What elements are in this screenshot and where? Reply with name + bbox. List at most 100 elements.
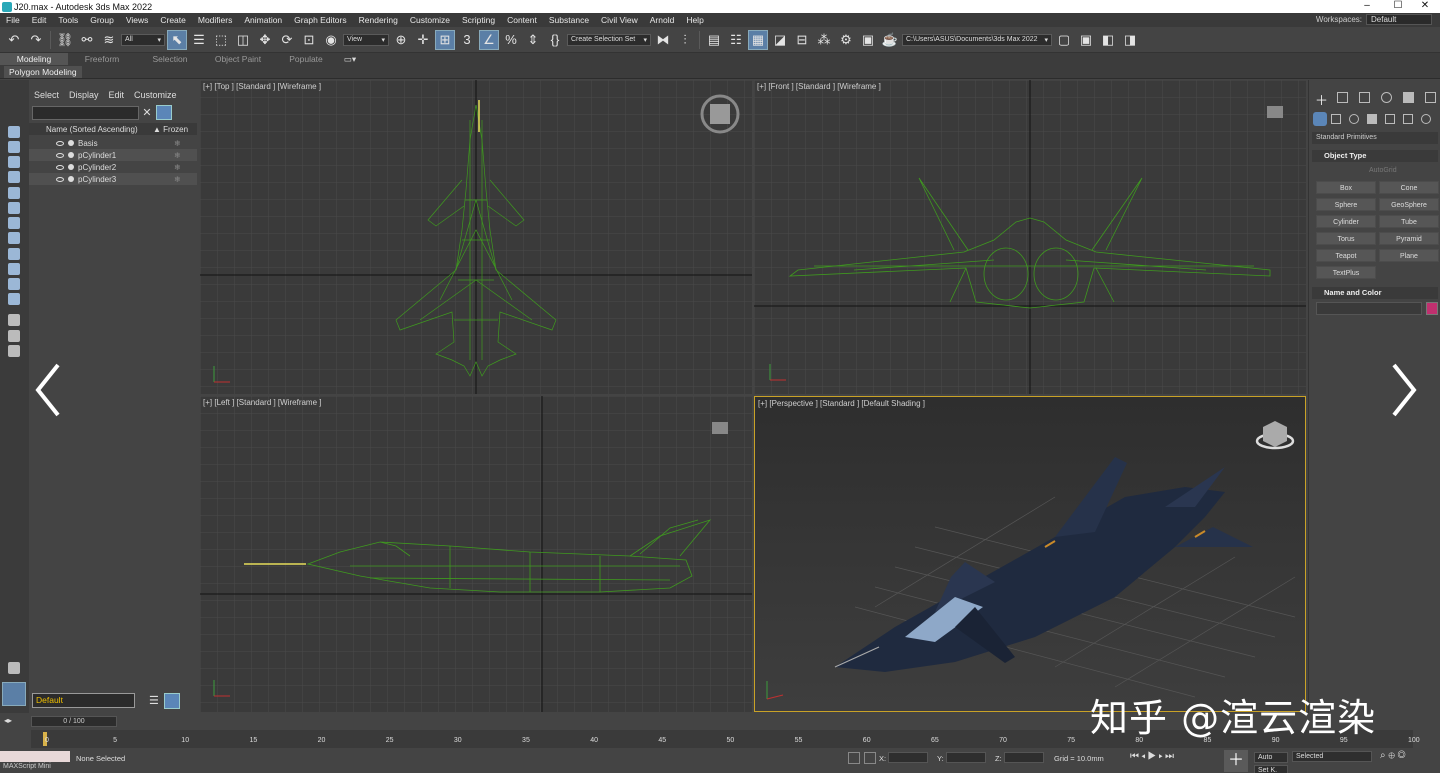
menu-modifiers[interactable]: Modifiers — [192, 15, 238, 25]
sync-selection-icon[interactable] — [8, 345, 20, 357]
layer-manager-icon[interactable] — [164, 693, 180, 709]
explorer-menu-display[interactable]: Display — [64, 90, 104, 100]
shapes-category-icon[interactable] — [1331, 114, 1341, 124]
y-coordinate-input[interactable] — [946, 752, 986, 763]
list-item[interactable]: pCylinder1 ❄ — [29, 149, 197, 161]
z-coordinate-input[interactable] — [1004, 752, 1044, 763]
viewcube-icon[interactable] — [1255, 421, 1295, 450]
list-item[interactable]: pCylinder3 ❄ — [29, 173, 197, 185]
rendered-frame-window-icon[interactable]: ▣ — [858, 30, 878, 50]
utilities-tab-icon[interactable] — [1425, 92, 1436, 103]
geometry-filter-icon[interactable] — [8, 141, 20, 153]
name-and-color-rollout[interactable]: Name and Color — [1312, 287, 1438, 299]
render-setup-icon[interactable]: ⚙ — [836, 30, 856, 50]
object-name-input[interactable] — [1316, 302, 1422, 315]
motion-tab-icon[interactable] — [1381, 92, 1392, 103]
tab-freeform[interactable]: Freeform — [68, 53, 136, 65]
maximize-button[interactable]: ☐ — [1383, 0, 1413, 13]
rectangular-selection-icon[interactable]: ⬚ — [211, 30, 231, 50]
viewport-label-top[interactable]: [+] [Top ] [Standard ] [Wireframe ] — [203, 82, 321, 91]
cameras-filter-icon[interactable] — [8, 187, 20, 199]
space-warps-category-icon[interactable] — [1403, 114, 1413, 124]
teapot-button[interactable]: Teapot — [1316, 249, 1376, 262]
next-arrow-icon[interactable] — [1384, 360, 1424, 420]
viewport-label-perspective[interactable]: [+] [Perspective ] [Standard ] [Default … — [758, 399, 925, 408]
menu-rendering[interactable]: Rendering — [353, 15, 404, 25]
cone-button[interactable]: Cone — [1379, 181, 1439, 194]
menu-tools[interactable]: Tools — [52, 15, 84, 25]
select-object-icon[interactable]: ⬉ — [167, 29, 187, 50]
close-button[interactable]: ✕ — [1410, 0, 1440, 13]
mirror-icon[interactable]: ⧓ — [653, 30, 673, 50]
scene-explorer-icon[interactable]: ▤ — [704, 30, 724, 50]
clear-search-icon[interactable]: ✕ — [141, 106, 153, 120]
named-selection-set-dropdown[interactable]: Create Selection Set ▾ — [567, 33, 651, 46]
tab-modeling[interactable]: Modeling — [0, 53, 68, 65]
keyboard-shortcut-override-icon[interactable]: ⊞ — [435, 29, 455, 50]
link-icon[interactable]: ⛓ — [55, 30, 75, 50]
project-save-icon[interactable]: ◧ — [1098, 30, 1118, 50]
unlink-icon[interactable]: ⚯ — [77, 30, 97, 50]
project-open-icon[interactable]: ▣ — [1076, 30, 1096, 50]
eye-icon[interactable] — [56, 176, 64, 182]
render-production-icon[interactable]: ☕ — [880, 30, 900, 50]
freeze-icon[interactable]: ❄ — [174, 175, 181, 184]
freeze-icon[interactable]: ❄ — [174, 151, 181, 160]
key-filter-dropdown[interactable]: Selected — [1292, 751, 1372, 762]
viewport-label-front[interactable]: [+] [Front ] [Standard ] [Wireframe ] — [757, 82, 881, 91]
tab-object-paint[interactable]: Object Paint — [204, 53, 272, 65]
hierarchy-tab-icon[interactable] — [1359, 92, 1370, 103]
geometry-category-icon[interactable] — [1313, 112, 1327, 126]
layers-icon[interactable]: ☰ — [149, 694, 161, 708]
frozen-filter-icon[interactable] — [8, 293, 20, 305]
ribbon-options-icon[interactable]: ▭▾ — [340, 53, 360, 65]
material-editor-icon[interactable]: ⁂ — [814, 30, 834, 50]
shapes-filter-icon[interactable] — [8, 156, 20, 168]
selection-filter-dropdown[interactable]: All ▾ — [121, 33, 165, 46]
cylinder-button[interactable]: Cylinder — [1316, 215, 1376, 228]
name-column-header[interactable]: Name (Sorted Ascending) — [46, 125, 138, 134]
menu-content[interactable]: Content — [501, 15, 543, 25]
maxscript-label[interactable]: MAXScript Mini — [3, 763, 51, 770]
project-path-dropdown[interactable]: C:\Users\ASUS\Documents\3ds Max 2022 ▾ — [902, 33, 1052, 46]
textplus-button[interactable]: TextPlus — [1316, 266, 1376, 279]
box-button[interactable]: Box — [1316, 181, 1376, 194]
viewport-label-left[interactable]: [+] [Left ] [Standard ] [Wireframe ] — [203, 398, 322, 407]
isolate-selection-icon[interactable] — [848, 752, 860, 764]
menu-help[interactable]: Help — [680, 15, 709, 25]
lights-category-icon[interactable] — [1349, 114, 1359, 124]
display-children-icon[interactable] — [8, 314, 20, 326]
plane-button[interactable]: Plane — [1379, 249, 1439, 262]
modify-tab-icon[interactable] — [1337, 92, 1348, 103]
viewport-front[interactable]: [+] [Front ] [Standard ] [Wireframe ] — [754, 80, 1306, 394]
explorer-search-input[interactable] — [32, 106, 139, 120]
menu-animation[interactable]: Animation — [238, 15, 288, 25]
primitive-category-dropdown[interactable]: Standard Primitives — [1312, 132, 1438, 144]
geosphere-button[interactable]: GeoSphere — [1379, 198, 1439, 211]
bind-space-warp-icon[interactable]: ≋ — [99, 30, 119, 50]
object-color-swatch[interactable] — [1426, 302, 1438, 315]
project-folder-icon[interactable]: ▢ — [1054, 30, 1074, 50]
move-icon[interactable]: ✥ — [255, 30, 275, 50]
x-coordinate-input[interactable] — [888, 752, 928, 763]
menu-group[interactable]: Group — [84, 15, 120, 25]
helpers-filter-icon[interactable] — [8, 202, 20, 214]
eye-icon[interactable] — [56, 152, 64, 158]
redo-icon[interactable]: ↷ — [26, 30, 46, 50]
space-warps-filter-icon[interactable] — [8, 217, 20, 229]
tab-selection[interactable]: Selection — [136, 53, 204, 65]
explorer-menu-edit[interactable]: Edit — [104, 90, 130, 100]
menu-create[interactable]: Create — [154, 15, 192, 25]
viewport-left[interactable]: [+] [Left ] [Standard ] [Wireframe ] — [200, 396, 752, 712]
curve-editor-icon[interactable]: ◪ — [770, 30, 790, 50]
freeze-icon[interactable]: ❄ — [174, 139, 181, 148]
place-icon[interactable]: ◉ — [321, 30, 341, 50]
menu-scripting[interactable]: Scripting — [456, 15, 501, 25]
menu-customize[interactable]: Customize — [404, 15, 456, 25]
pivot-center-icon[interactable]: ⊕ — [391, 30, 411, 50]
display-influences-icon[interactable] — [8, 330, 20, 342]
viewcube-icon[interactable] — [1267, 106, 1283, 118]
bones-filter-icon[interactable] — [8, 263, 20, 275]
edit-named-selection-icon[interactable]: {} — [545, 30, 565, 50]
menu-substance[interactable]: Substance — [543, 15, 595, 25]
